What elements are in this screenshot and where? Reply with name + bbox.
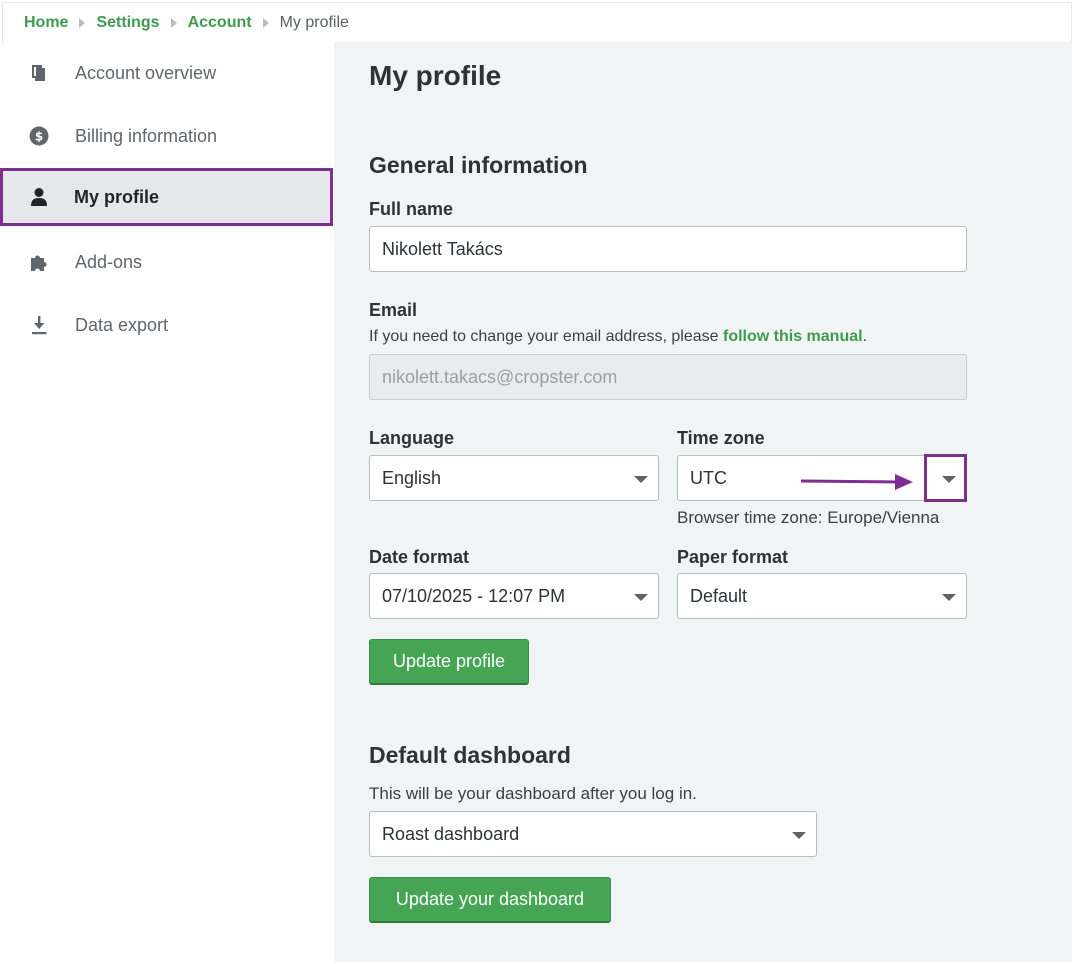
general-information-heading: General information xyxy=(369,152,588,178)
sidebar-item-account-overview[interactable]: Account overview xyxy=(0,44,334,102)
sidebar-item-label: Data export xyxy=(75,314,169,335)
paper-format-select[interactable]: Default xyxy=(677,573,967,619)
annotation-arrow-icon xyxy=(800,474,913,490)
full-name-value: Nikolett Takács xyxy=(382,238,503,259)
timezone-value: UTC xyxy=(690,467,727,488)
sidebar-item-my-profile[interactable]: My profile xyxy=(0,168,333,226)
chevron-down-icon xyxy=(634,594,648,601)
breadcrumb-separator-icon xyxy=(79,17,86,28)
sidebar-item-billing-information[interactable]: $ Billing information xyxy=(0,107,334,165)
date-format-label: Date format xyxy=(369,547,470,567)
default-dashboard-heading: Default dashboard xyxy=(369,742,571,768)
email-label: Email xyxy=(369,300,418,320)
highlight-box xyxy=(924,454,967,502)
page-title: My profile xyxy=(369,60,502,91)
sidebar-item-label: Account overview xyxy=(75,62,217,83)
breadcrumb-separator-icon xyxy=(170,17,177,28)
full-name-input[interactable]: Nikolett Takács xyxy=(369,226,967,272)
paper-format-label: Paper format xyxy=(677,547,789,567)
timezone-label: Time zone xyxy=(677,428,765,448)
breadcrumb-account[interactable]: Account xyxy=(188,14,252,32)
breadcrumb-separator-icon xyxy=(262,17,269,28)
language-label: Language xyxy=(369,428,455,448)
download-icon xyxy=(28,314,50,336)
chevron-down-icon xyxy=(792,832,806,839)
main-content: My profile General information Full name… xyxy=(334,42,1072,962)
breadcrumb-home[interactable]: Home xyxy=(24,14,68,32)
breadcrumb: Home Settings Account My profile xyxy=(2,2,1072,42)
breadcrumb-current: My profile xyxy=(279,13,349,31)
email-help-text: If you need to change your email address… xyxy=(369,328,867,346)
svg-text:$: $ xyxy=(35,130,43,144)
language-select[interactable]: English xyxy=(369,455,659,501)
follow-manual-link[interactable]: follow this manual xyxy=(723,328,863,345)
update-dashboard-button[interactable]: Update your dashboard xyxy=(369,877,611,923)
date-format-value: 07/10/2025 - 12:07 PM xyxy=(382,585,566,606)
dashboard-select[interactable]: Roast dashboard xyxy=(369,811,817,857)
email-value: nikolett.takacs@cropster.com xyxy=(382,366,618,387)
dollar-icon: $ xyxy=(28,125,50,147)
email-help-prefix: If you need to change your email address… xyxy=(369,328,723,345)
breadcrumb-settings[interactable]: Settings xyxy=(96,14,159,32)
sidebar-item-label: Add-ons xyxy=(75,251,143,272)
chevron-down-icon xyxy=(942,594,956,601)
browser-timezone-text: Browser time zone: Europe/Vienna xyxy=(677,508,940,527)
sidebar-item-data-export[interactable]: Data export xyxy=(0,296,334,354)
user-icon xyxy=(28,186,50,208)
full-name-label: Full name xyxy=(369,199,454,219)
sidebar: Account overview $ Billing information M… xyxy=(0,42,334,964)
email-help-suffix: . xyxy=(862,328,868,345)
sidebar-item-label: My profile xyxy=(74,186,160,207)
language-value: English xyxy=(382,467,442,488)
update-profile-button[interactable]: Update profile xyxy=(369,639,529,685)
book-icon xyxy=(28,62,50,84)
date-format-select[interactable]: 07/10/2025 - 12:07 PM xyxy=(369,573,659,619)
dashboard-value: Roast dashboard xyxy=(382,823,520,844)
dashboard-help-text: This will be your dashboard after you lo… xyxy=(369,784,697,803)
sidebar-item-label: Billing information xyxy=(75,125,218,146)
chevron-down-icon xyxy=(634,476,648,483)
sidebar-item-add-ons[interactable]: Add-ons xyxy=(0,233,334,291)
email-field: nikolett.takacs@cropster.com xyxy=(369,354,967,400)
paper-format-value: Default xyxy=(690,585,748,606)
puzzle-icon xyxy=(28,251,50,273)
